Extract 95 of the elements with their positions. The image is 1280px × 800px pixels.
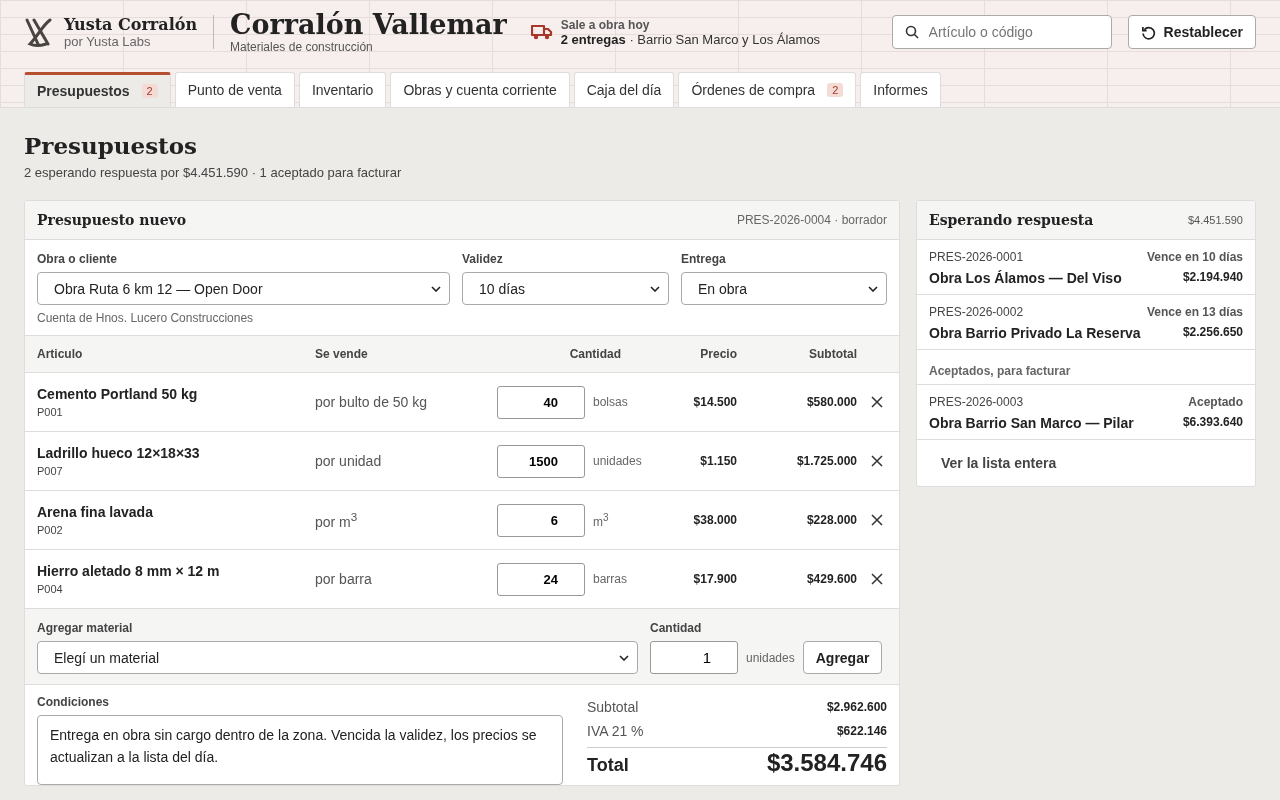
quote-item[interactable]: PRES-2026-0001 Vence en 10 días Obra Los Álamos — Del Viso $2.194.940 <box>917 240 1255 295</box>
delivery-label: Sale a obra hoy <box>560 17 651 32</box>
item-code: P001 <box>37 406 64 418</box>
brand-name: Yusta Corralón <box>64 15 197 34</box>
subtotal: $429.600 <box>805 572 857 586</box>
tab[interactable]: Presupuestos 2 <box>24 72 171 107</box>
quote-item[interactable]: PRES-2026-0003 Aceptado Obra Barrio San Marco — Pilar $6.393.640 <box>917 385 1255 440</box>
unit-label: unidades <box>593 454 642 468</box>
count-badge: 2 <box>141 84 158 98</box>
field-hint: Cuenta de Hnos. Lucero Construcciones <box>37 311 255 325</box>
quantity-input[interactable]: 6 <box>497 503 585 537</box>
price: $38.000 <box>692 513 737 527</box>
item-code: P002 <box>37 524 64 536</box>
unit-label: bolsas <box>593 395 628 409</box>
chevron-icon <box>619 654 629 661</box>
select-field[interactable]: En obra <box>681 272 887 305</box>
remove-icon[interactable] <box>871 455 883 467</box>
field-label: Obra o cliente <box>37 252 119 266</box>
column-header: Precio <box>699 347 737 361</box>
field-label: Condiciones <box>37 695 110 709</box>
total-value: $3.584.746 <box>766 750 887 777</box>
total-value: $2.962.600 <box>826 700 887 714</box>
delivery-count: 2 entregas <box>560 31 626 47</box>
total-label: Subtotal <box>587 699 639 715</box>
price: $1.150 <box>699 454 737 468</box>
unit-label: m$^{3}$ <box>593 511 609 529</box>
subtotal: $580.000 <box>805 395 857 409</box>
sold-by: por barra <box>315 571 373 587</box>
subtotal: $1.725.000 <box>795 454 857 468</box>
tab[interactable]: Inventario <box>298 72 387 107</box>
see-all-link[interactable]: Ver la lista entera <box>941 455 1057 471</box>
truck-icon <box>530 24 553 40</box>
price: $14.500 <box>692 395 737 409</box>
item-code: P007 <box>37 465 64 477</box>
column-header: Articulo <box>37 347 84 361</box>
quantity-input[interactable]: 1500 <box>497 444 585 478</box>
brand-byline: por Yusta Labs <box>64 34 152 49</box>
select-field[interactable]: Elegí un material <box>37 641 638 674</box>
count-badge: 2 <box>827 83 844 97</box>
reset-icon <box>1140 24 1156 40</box>
delivery-places: · Barrio San Marco y Los Álamos <box>629 31 821 47</box>
section-heading: Aceptados, para facturar <box>917 350 1255 385</box>
column-header: Cantidad <box>568 347 622 361</box>
logo-icon <box>24 16 54 48</box>
column-header: Se vende <box>315 347 369 361</box>
store-subtitle: Materiales de construcción <box>230 39 374 54</box>
search-field[interactable]: Artículo o código <box>891 15 1112 49</box>
tab[interactable]: Obras y cuenta corriente <box>390 72 570 107</box>
card-title: Presupuesto nuevo <box>37 212 187 228</box>
total-label: Total <box>587 755 629 776</box>
sold-by: por m$^{3}$ <box>315 510 359 530</box>
chevron-icon <box>868 285 878 292</box>
remove-icon[interactable] <box>871 514 883 526</box>
quantity-input[interactable]: 40 <box>497 385 585 419</box>
conditions-field[interactable]: Entrega en obra sin cargo dentro de la zona. Vencida la validez, los precios se actualizan a la lista del día. <box>37 715 563 785</box>
chevron-icon <box>650 285 660 292</box>
tab[interactable]: Punto de venta <box>174 72 295 107</box>
item-name: Cemento Portland 50 kg <box>37 386 199 402</box>
remove-icon[interactable] <box>871 396 883 408</box>
unit-label: unidades <box>746 650 795 665</box>
sold-by: por unidad <box>315 453 383 469</box>
chevron-icon <box>431 285 441 292</box>
field-label: Cantidad <box>650 621 703 635</box>
field-label: Validez <box>462 252 504 266</box>
tab[interactable]: Informes <box>860 72 941 107</box>
field-label: Entrega <box>681 252 727 266</box>
quantity-input[interactable]: 1 <box>650 641 738 674</box>
add-button[interactable]: Agregar <box>802 641 883 674</box>
tab[interactable]: Órdenes de compra 2 <box>678 72 857 107</box>
waiting-amount: $4.451.590 <box>1187 214 1243 226</box>
remove-icon[interactable] <box>871 573 883 585</box>
quote-code: PRES-2026-0004 · borrador <box>736 213 887 227</box>
item-name: Arena fina lavada <box>37 504 154 520</box>
item-code: P004 <box>37 583 64 595</box>
item-name: Hierro aletado 8 mm × 12 m <box>37 563 221 579</box>
unit-label: barras <box>593 572 627 586</box>
page-title: Presupuestos <box>24 132 199 159</box>
item-name: Ladrillo hueco 12×18×33 <box>37 445 201 461</box>
tab[interactable]: Caja del día <box>573 72 675 107</box>
price: $17.900 <box>692 572 737 586</box>
field-label: Agregar material <box>37 621 134 635</box>
quote-item[interactable]: PRES-2026-0002 Vence en 13 días Obra Barrio Privado La Reserva $2.256.650 <box>917 295 1255 350</box>
column-header: Subtotal <box>808 347 857 361</box>
sold-by: por bulto de 50 kg <box>315 394 429 410</box>
select-field[interactable]: 10 días <box>462 272 669 305</box>
total-value: $622.146 <box>836 724 887 738</box>
search-icon <box>904 25 919 39</box>
subtotal: $228.000 <box>805 513 857 527</box>
reset-button[interactable]: Restablecer <box>1127 15 1256 49</box>
quantity-input[interactable]: 24 <box>497 562 585 596</box>
total-label: IVA 21 % <box>587 723 644 739</box>
card-title: Esperando respuesta <box>929 212 1094 228</box>
store-name: Corralón Vallemar <box>230 10 507 40</box>
select-field[interactable]: Obra Ruta 6 km 12 — Open Door <box>37 272 450 305</box>
page-summary: 2 esperando respuesta por $4.451.590 · 1 aceptado para facturar <box>24 165 403 180</box>
